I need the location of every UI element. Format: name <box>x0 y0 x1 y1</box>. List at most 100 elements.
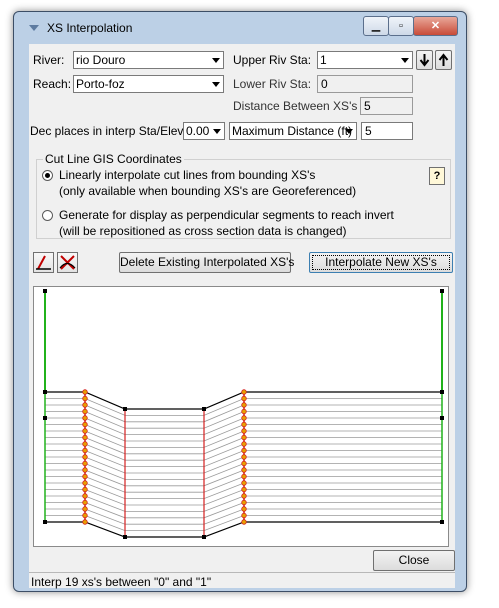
bank-point <box>82 395 88 402</box>
cross-section-plan-view <box>43 289 444 539</box>
status-text: Interp 19 xs's between "0" and "1" <box>31 575 212 589</box>
close-button[interactable]: Close <box>373 550 455 571</box>
cut-line-icon <box>59 255 76 270</box>
bank-point <box>82 460 88 467</box>
dec-places-select[interactable]: 0.00 <box>183 122 225 140</box>
bank-point <box>241 519 247 525</box>
interpolation-plot[interactable] <box>33 286 449 547</box>
option-linear-line1[interactable]: Linearly interpolate cut lines from boun… <box>59 168 315 182</box>
chevron-down-icon[interactable] <box>208 52 223 68</box>
bank-point <box>241 428 247 434</box>
max-distance-input[interactable]: 5 <box>361 122 413 140</box>
vertex-marker <box>440 390 444 394</box>
chevron-down-icon[interactable] <box>208 76 223 92</box>
vertex-marker <box>123 535 127 539</box>
bank-point <box>82 473 88 480</box>
river-value: rio Douro <box>76 53 126 67</box>
distance-between-label: Distance Between XS's <box>233 99 358 113</box>
minimize-button[interactable]: ▁ <box>363 16 389 36</box>
vertex-marker <box>202 407 206 411</box>
vertex-marker <box>440 289 444 293</box>
vertex-marker <box>43 416 47 420</box>
bank-point <box>82 493 88 499</box>
cut-line-tool-button[interactable] <box>57 252 78 273</box>
bank-point <box>241 408 247 415</box>
vertex-marker <box>43 390 47 394</box>
reach-select[interactable]: Porto-foz <box>73 75 224 93</box>
bank-point <box>82 402 88 408</box>
bank-point <box>82 506 88 512</box>
minimize-icon: ▁ <box>371 20 381 32</box>
system-menu-icon[interactable] <box>29 25 39 31</box>
draw-line-icon <box>36 255 51 270</box>
bank-point <box>241 434 247 441</box>
distance-mode-value: Maximum Distance (ft) <box>232 124 353 138</box>
bank-point <box>241 454 247 460</box>
maximize-icon: ▫ <box>399 20 403 32</box>
bank-point <box>82 467 88 473</box>
title-bar[interactable]: XS Interpolation ▁ ▫ ✕ <box>14 12 466 40</box>
bank-point <box>82 499 88 506</box>
distance-between-field: 5 <box>360 97 413 115</box>
dec-places-value: 0.00 <box>186 124 210 138</box>
river-label: River: <box>33 53 65 67</box>
distance-mode-select[interactable]: Maximum Distance (ft) <box>229 122 357 140</box>
maximize-button[interactable]: ▫ <box>388 16 414 36</box>
bank-point <box>82 415 88 421</box>
bank-point <box>241 499 247 506</box>
bank-point <box>82 428 88 434</box>
next-xs-down-button[interactable] <box>416 50 433 70</box>
river-select[interactable]: rio Douro <box>73 51 224 69</box>
reach-label: Reach: <box>33 77 72 91</box>
bank-point <box>82 454 88 460</box>
vertex-marker <box>440 520 444 524</box>
bank-point <box>241 512 247 519</box>
vertex-marker <box>123 407 127 411</box>
reach-value: Porto-foz <box>76 77 125 91</box>
bank-point <box>82 480 88 486</box>
next-xs-up-button[interactable] <box>435 50 452 70</box>
chevron-down-icon[interactable] <box>341 123 356 139</box>
arrow-down-icon <box>419 54 430 67</box>
bank-point <box>241 402 247 408</box>
bank-point <box>82 408 88 415</box>
interpolate-new-button[interactable]: Interpolate New XS's <box>309 252 453 273</box>
upper-riv-sta-value: 1 <box>320 53 327 67</box>
bank-point <box>241 421 247 428</box>
bank-point <box>241 467 247 473</box>
bank-point <box>82 389 88 395</box>
bank-point <box>241 480 247 486</box>
arrow-up-icon <box>438 53 449 66</box>
bank-point <box>241 493 247 499</box>
radio-perpendicular[interactable] <box>42 210 53 221</box>
bank-point <box>241 415 247 421</box>
bank-point <box>241 395 247 402</box>
bank-point <box>241 506 247 512</box>
vertex-marker <box>43 520 47 524</box>
bank-point <box>82 519 88 525</box>
radio-linear-interpolate[interactable] <box>42 170 53 181</box>
chevron-down-icon[interactable] <box>209 123 224 139</box>
upper-riv-sta-select[interactable]: 1 <box>317 51 413 69</box>
close-icon: ✕ <box>430 20 441 32</box>
bank-point <box>82 421 88 428</box>
close-window-button[interactable]: ✕ <box>413 16 458 36</box>
option-perpendicular-line1[interactable]: Generate for display as perpendicular se… <box>59 208 394 222</box>
window-title: XS Interpolation <box>47 21 133 35</box>
draw-line-tool-button[interactable] <box>33 252 54 273</box>
lower-riv-sta-field: 0 <box>317 75 413 93</box>
bank-point <box>82 512 88 519</box>
bank-point <box>241 486 247 493</box>
status-bar: Interp 19 xs's between "0" and "1" <box>29 572 455 589</box>
bank-point <box>82 441 88 447</box>
bank-point <box>241 441 247 447</box>
bank-point <box>241 473 247 480</box>
delete-interpolated-button[interactable]: Delete Existing Interpolated XS's <box>119 252 294 273</box>
bank-point <box>82 434 88 441</box>
option-linear-line2: (only available when bounding XS's are G… <box>59 184 357 198</box>
help-icon[interactable]: ? <box>429 167 445 185</box>
bank-point <box>82 486 88 493</box>
vertex-marker <box>440 416 444 420</box>
chevron-down-icon[interactable] <box>397 52 412 68</box>
option-perpendicular-line2: (will be repositioned as cross section d… <box>59 224 347 238</box>
